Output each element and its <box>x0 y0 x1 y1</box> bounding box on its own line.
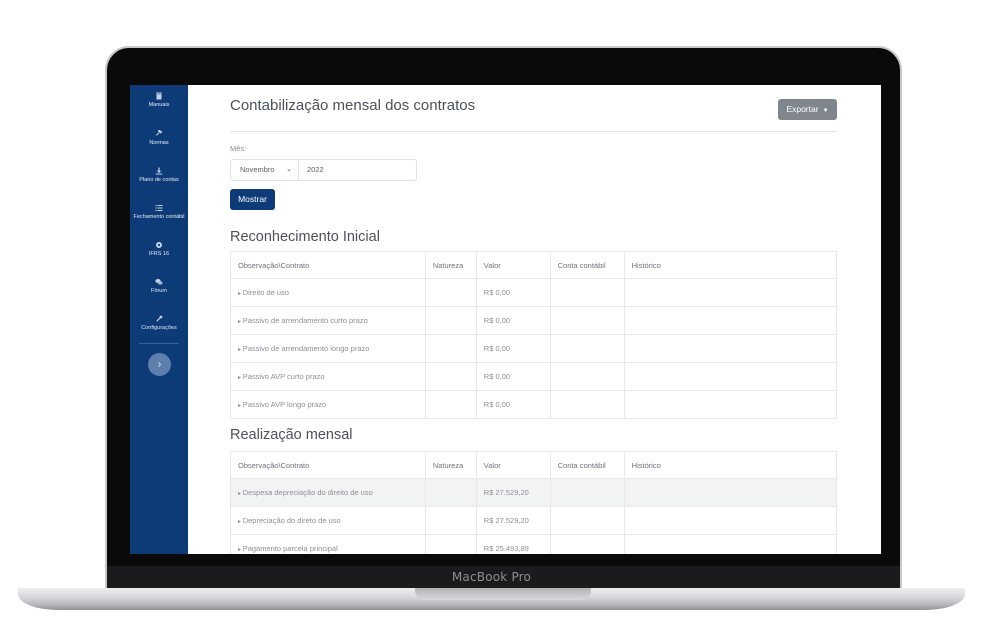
column-header: Conta contábil <box>549 451 625 479</box>
sidebar-divider <box>139 343 179 344</box>
column-header: Observação\Contrato <box>230 451 426 479</box>
collapse-sidebar-button[interactable]: › <box>148 353 171 376</box>
cell-observacao: Pagamento parcela principal <box>230 534 426 554</box>
wrench-icon <box>155 315 163 323</box>
title-divider <box>230 131 837 132</box>
cell-observacao: Passivo AVP longo prazo <box>230 390 426 419</box>
show-button[interactable]: Mostrar <box>230 189 275 210</box>
cell-valor: R$ 25.493,89 <box>475 534 551 554</box>
table-row[interactable]: Depreciação do direto de uso R$ 27.529,2… <box>230 506 838 535</box>
year-input[interactable]: 2022 <box>298 159 417 181</box>
table-row[interactable]: Direito de uso R$ 0,00 <box>230 278 838 307</box>
cell-observacao: Despesa depreciação do direito de uso <box>230 478 426 507</box>
column-header: Valor <box>475 451 551 479</box>
cell-valor: R$ 0,00 <box>475 306 551 335</box>
realizacao-table: Observação\Contrato Natureza Valor Conta… <box>230 451 838 554</box>
main-content: Contabilização mensal dos contratos Expo… <box>188 85 881 554</box>
month-label: Mês: <box>230 144 247 153</box>
sidebar-item-configuracoes[interactable]: Configurações <box>130 315 188 332</box>
column-header: Histórico <box>623 251 838 279</box>
section-title-reconhecimento: Reconhecimento Inicial <box>230 229 380 245</box>
column-header: Natureza <box>424 251 477 279</box>
sidebar-item-fechamento-contabil[interactable]: Fechamento contábil <box>130 204 188 221</box>
export-button-label: Exportar <box>786 104 819 114</box>
table-header-row: Observação\Contrato Natureza Valor Conta… <box>230 451 838 479</box>
table-row[interactable]: Passivo AVP curto prazo R$ 0,00 <box>230 362 838 391</box>
section-title-realizacao: Realização mensal <box>230 427 353 443</box>
reconhecimento-table: Observação\Contrato Natureza Valor Conta… <box>230 251 838 419</box>
cell-observacao: Passivo de arrendamento curto prazo <box>230 306 426 335</box>
sidebar-item-label: Normas <box>149 140 169 146</box>
caret-down-icon: ▼ <box>820 108 829 114</box>
table-header-row: Observação\Contrato Natureza Valor Conta… <box>230 251 838 279</box>
chat-icon <box>155 278 163 286</box>
export-button[interactable]: Exportar ▼ <box>778 99 837 120</box>
cell-observacao: Direito de uso <box>230 278 426 307</box>
cell-valor: R$ 0,00 <box>475 334 551 363</box>
sidebar-item-plano-de-contas[interactable]: Plano de contas <box>130 167 188 184</box>
sidebar-item-forum[interactable]: Fórum <box>130 278 188 295</box>
sidebar-item-manuais[interactable]: Manuais <box>130 92 188 109</box>
table-row[interactable]: Despesa depreciação do direito de uso R$… <box>230 478 838 507</box>
download-icon <box>155 167 163 175</box>
cell-valor: R$ 27.529,20 <box>475 478 551 507</box>
sidebar-item-normas[interactable]: Normas <box>130 130 188 147</box>
sidebar-item-label: Fechamento contábil <box>133 214 185 220</box>
column-header: Conta contábil <box>549 251 625 279</box>
table-row[interactable]: Pagamento parcela principal R$ 25.493,89 <box>230 534 838 554</box>
gear-icon <box>155 241 163 249</box>
sidebar-item-ifrs16[interactable]: IFRS 16 <box>130 241 188 258</box>
column-header: Observação\Contrato <box>230 251 426 279</box>
list-icon <box>155 204 163 212</box>
sidebar-item-label: Fórum <box>151 288 167 294</box>
sidebar-item-label: Configurações <box>141 325 177 331</box>
cell-observacao: Passivo AVP curto prazo <box>230 362 426 391</box>
gavel-icon <box>155 130 163 138</box>
column-header: Natureza <box>424 451 477 479</box>
sidebar-item-label: Manuais <box>148 102 170 108</box>
cell-observacao: Passivo de arrendamento longo prazo <box>230 334 426 363</box>
book-icon <box>155 92 163 100</box>
cell-valor: R$ 0,00 <box>475 278 551 307</box>
cell-valor: R$ 27.529,20 <box>475 506 551 535</box>
screen: Manuais Normas Plano de contas Fechament… <box>130 85 881 554</box>
cell-observacao: Depreciação do direto de uso <box>230 506 426 535</box>
column-header: Valor <box>475 251 551 279</box>
device-brand: MacBook Pro <box>451 570 532 584</box>
sidebar: Manuais Normas Plano de contas Fechament… <box>130 85 188 554</box>
laptop-notch <box>415 588 591 600</box>
table-row[interactable]: Passivo de arrendamento longo prazo R$ 0… <box>230 334 838 363</box>
sidebar-item-label: IFRS 16 <box>148 251 170 257</box>
cell-valor: R$ 0,00 <box>475 390 551 419</box>
table-row[interactable]: Passivo de arrendamento curto prazo R$ 0… <box>230 306 838 335</box>
cell-valor: R$ 0,00 <box>475 362 551 391</box>
month-select-value: Novembro <box>240 165 275 174</box>
page-title: Contabilização mensal dos contratos <box>230 97 476 114</box>
sidebar-item-label: Plano de contas <box>139 177 179 183</box>
column-header: Histórico <box>623 451 838 479</box>
table-row[interactable]: Passivo AVP longo prazo R$ 0,00 <box>230 390 838 419</box>
chevron-down-icon: ⌄ <box>286 166 292 173</box>
month-select[interactable]: Novembro ⌄ <box>230 159 299 181</box>
